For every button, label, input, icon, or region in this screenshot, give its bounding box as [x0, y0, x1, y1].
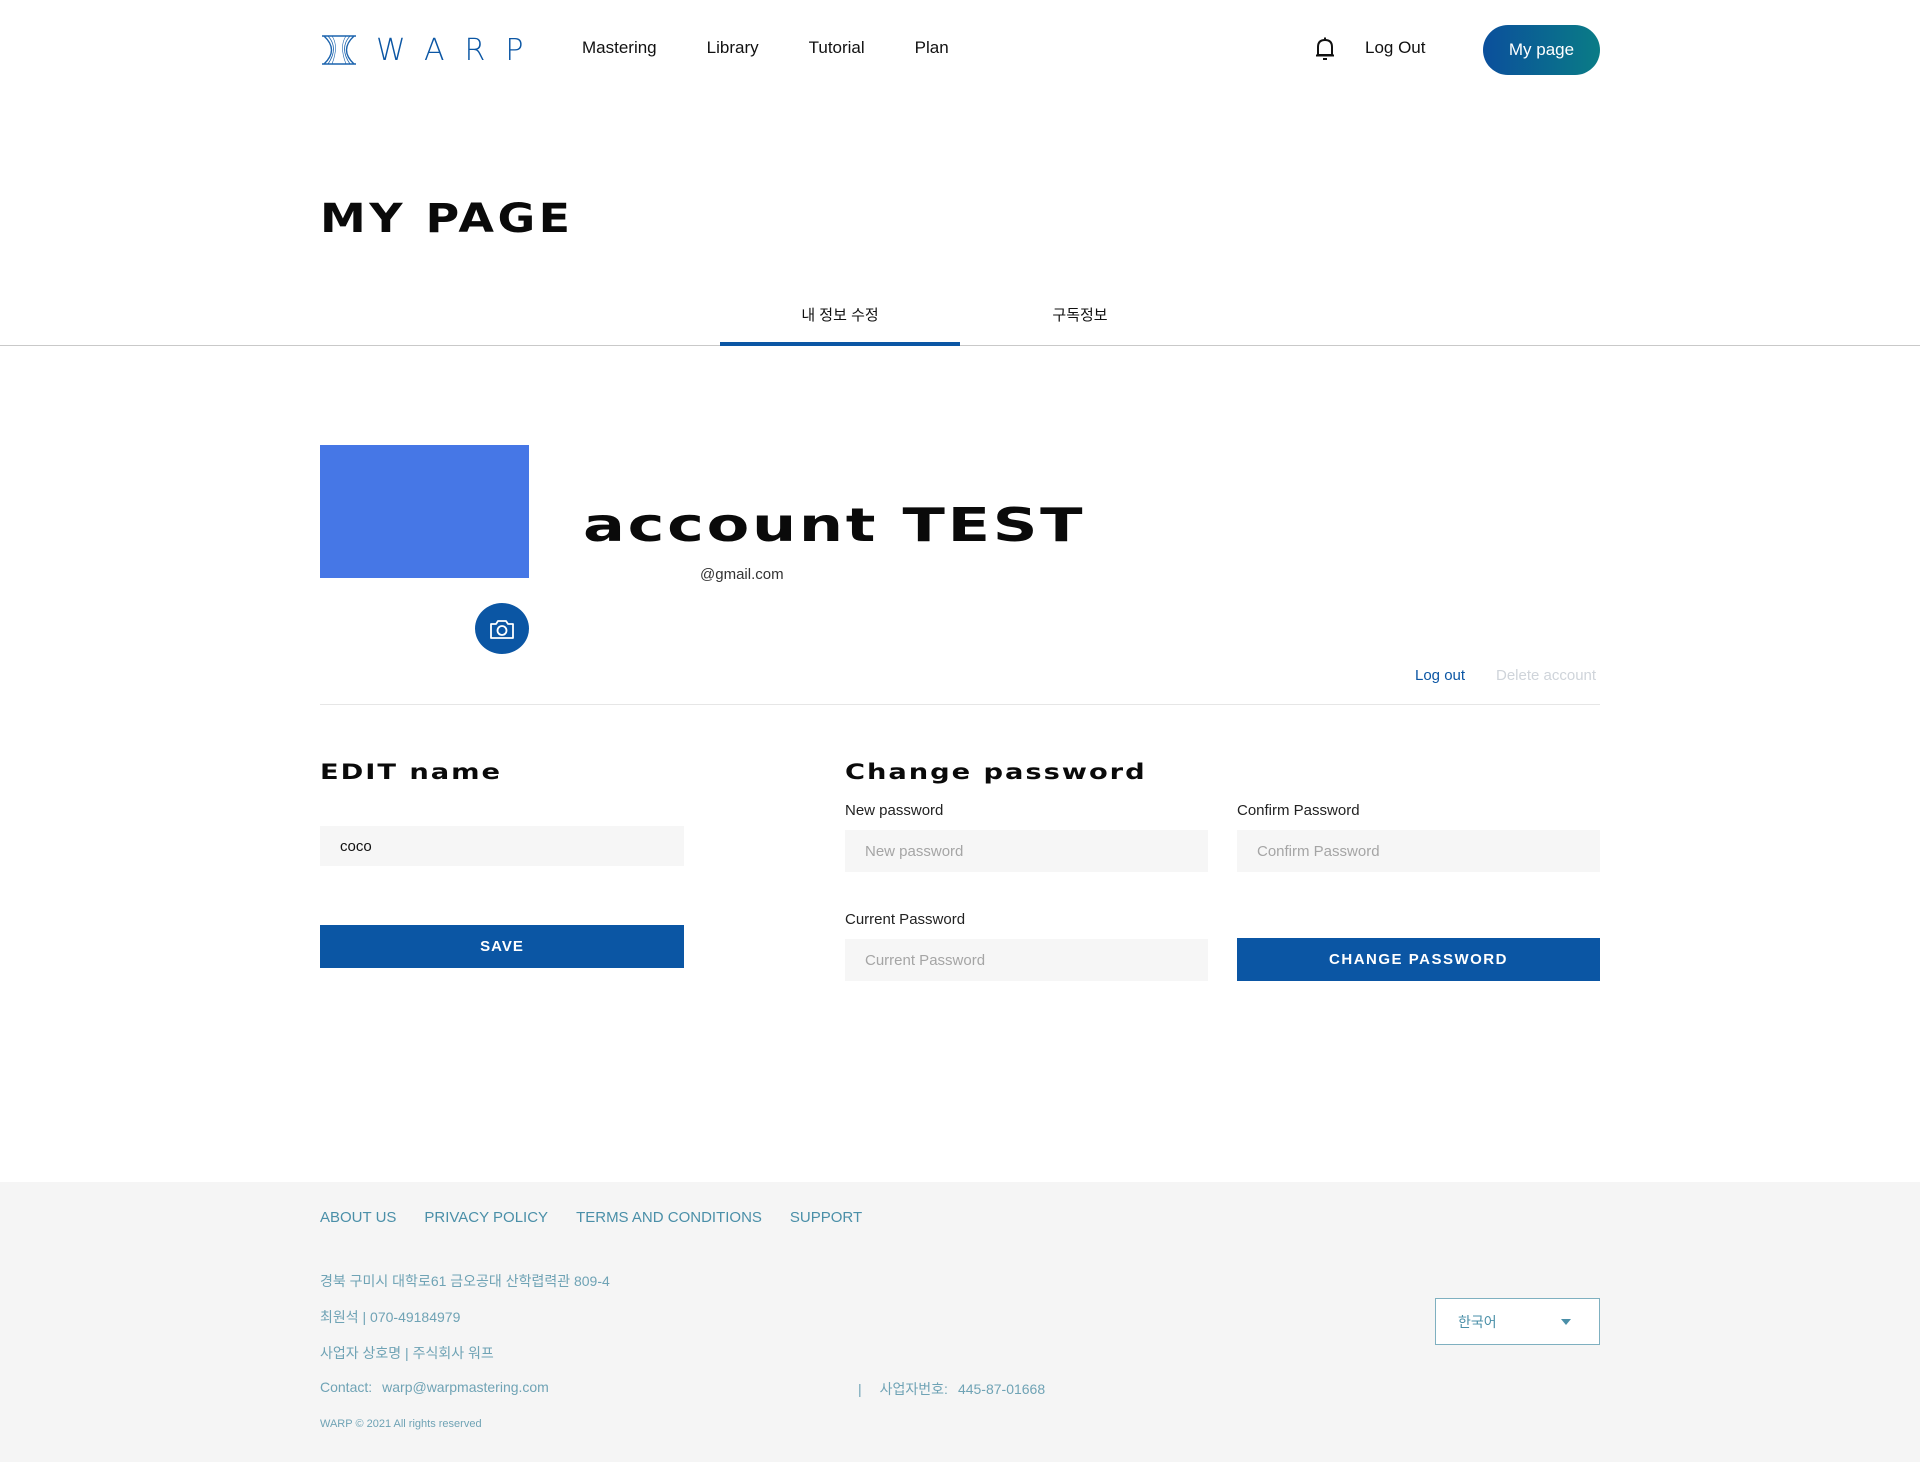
footer-phone: 최원석 | 070-49184979 — [320, 1309, 461, 1325]
confirm-password-label: Confirm Password — [1237, 802, 1360, 819]
language-select[interactable]: 한국어 — [1435, 1298, 1600, 1345]
page-title: MY PAGE — [320, 196, 574, 242]
main-nav: Mastering Library Tutorial Plan — [582, 38, 999, 58]
logout-account-link[interactable]: Log out — [1415, 667, 1465, 684]
bell-icon[interactable] — [1313, 36, 1337, 62]
biz-label: 사업자번호: — [879, 1381, 948, 1397]
tab-subscription[interactable]: 구독정보 — [960, 304, 1200, 325]
footer: ABOUT US PRIVACY POLICY TERMS AND CONDIT… — [0, 1182, 1920, 1462]
footer-link-about[interactable]: ABOUT US — [320, 1209, 396, 1226]
change-password-title: Change password — [845, 760, 1147, 784]
footer-company: 사업자 상호명 | 주식회사 워프 — [320, 1345, 494, 1361]
page: WARP Mastering Library Tutorial Plan Log… — [0, 0, 1920, 1462]
profile-email: @gmail.com — [700, 566, 784, 583]
nav-tutorial[interactable]: Tutorial — [809, 38, 865, 58]
save-button[interactable]: SAVE — [320, 925, 684, 968]
contact-label: Contact: — [320, 1379, 373, 1395]
camera-icon — [490, 619, 514, 639]
header: WARP Mastering Library Tutorial Plan Log… — [0, 0, 1920, 100]
current-password-label: Current Password — [845, 911, 966, 928]
tab-bar: 내 정보 수정 구독정보 — [0, 288, 1920, 346]
name-input[interactable] — [320, 826, 684, 866]
warp-logo-icon — [322, 35, 356, 65]
new-password-input[interactable] — [845, 830, 1208, 872]
biz-separator: | — [858, 1381, 862, 1397]
my-page-button[interactable]: My page — [1483, 25, 1600, 75]
footer-business-number: | 사업자번호: 445-87-01668 — [858, 1379, 1045, 1399]
language-value: 한국어 — [1458, 1313, 1497, 1330]
footer-address: 경북 구미시 대학로61 금오공대 산학렵력관 809-4 — [320, 1273, 610, 1289]
change-password-button[interactable]: CHANGE PASSWORD — [1237, 938, 1600, 981]
profile-name: account TEST — [583, 498, 1086, 552]
footer-link-support[interactable]: SUPPORT — [790, 1209, 862, 1226]
change-photo-button[interactable] — [475, 603, 529, 654]
new-password-label: New password — [845, 802, 944, 819]
copyright: WARP © 2021 All rights reserved — [320, 1418, 482, 1430]
confirm-password-input[interactable] — [1237, 830, 1600, 872]
logout-link[interactable]: Log Out — [1365, 38, 1426, 58]
nav-library[interactable]: Library — [707, 38, 759, 58]
nav-plan[interactable]: Plan — [915, 38, 949, 58]
footer-contact: Contact: warp@warpmastering.com — [320, 1379, 549, 1395]
divider — [320, 704, 1600, 705]
contact-email[interactable]: warp@warpmastering.com — [382, 1379, 549, 1395]
avatar — [320, 445, 529, 578]
footer-links: ABOUT US PRIVACY POLICY TERMS AND CONDIT… — [320, 1209, 890, 1226]
chevron-down-icon — [1561, 1319, 1571, 1325]
delete-account-link[interactable]: Delete account — [1496, 667, 1596, 684]
biz-number: 445-87-01668 — [957, 1381, 1046, 1397]
current-password-input[interactable] — [845, 939, 1208, 981]
footer-link-terms[interactable]: TERMS AND CONDITIONS — [576, 1209, 762, 1226]
logo-text: WARP — [376, 32, 544, 68]
tab-edit-info[interactable]: 내 정보 수정 — [720, 304, 960, 346]
nav-mastering[interactable]: Mastering — [582, 38, 657, 58]
logo[interactable]: WARP — [320, 32, 543, 68]
edit-name-title: EDIT name — [320, 760, 502, 784]
footer-link-privacy[interactable]: PRIVACY POLICY — [424, 1209, 548, 1226]
